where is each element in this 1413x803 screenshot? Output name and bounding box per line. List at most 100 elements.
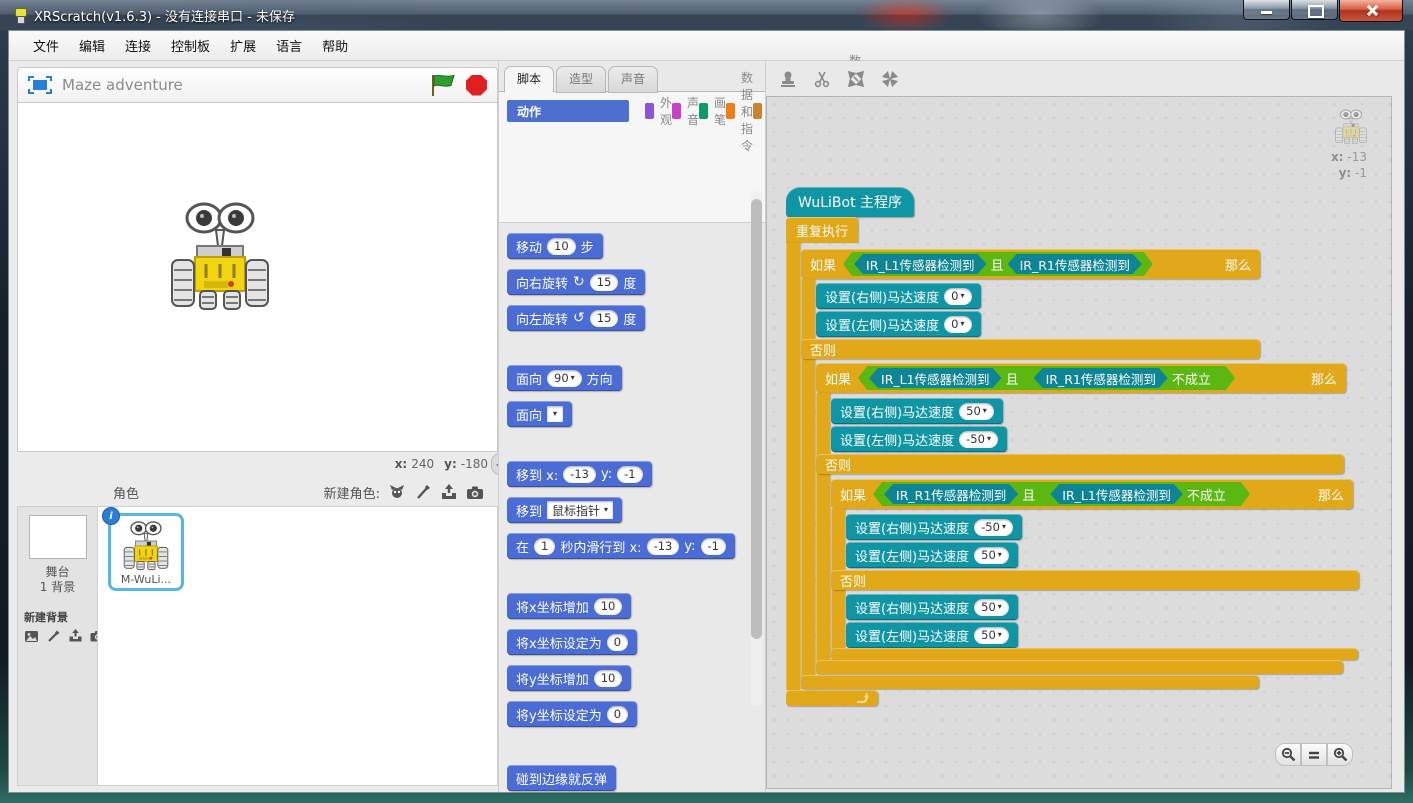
- upload-backdrop-icon[interactable]: [66, 627, 84, 645]
- set-left-motor-else[interactable]: 设置(左侧)马达速度50▾: [846, 622, 1018, 648]
- block-goto-mouse[interactable]: 移到鼠标指针▾: [507, 497, 622, 523]
- menu-board[interactable]: 控制板: [161, 36, 220, 55]
- sprite-thumbnail: [123, 521, 169, 571]
- sprite-tile-wulibot[interactable]: i M-WuLi...: [108, 513, 184, 591]
- block-set-x[interactable]: 将x坐标设定为0: [507, 629, 637, 655]
- motor-value-dropdown[interactable]: 0▾: [944, 316, 971, 333]
- if-block-2[interactable]: 如果 IR_L1传感器检测到 且 IR_R1传感器检测到 不成立 那么: [816, 363, 1346, 393]
- menu-edit[interactable]: 编辑: [69, 36, 115, 55]
- block-goto-xy[interactable]: 移到 x:-13y:-1: [507, 461, 652, 487]
- menu-connect[interactable]: 连接: [115, 36, 161, 55]
- sensor-irl1[interactable]: IR_L1传感器检测到: [854, 254, 987, 274]
- point-towards-dropdown[interactable]: ▾: [547, 406, 563, 422]
- motor-value-dropdown[interactable]: 50▾: [959, 403, 994, 420]
- block-change-y[interactable]: 将y坐标增加10: [507, 665, 631, 691]
- robot-sprite[interactable]: [170, 201, 270, 313]
- scissors-icon[interactable]: [812, 69, 832, 89]
- block-bounce[interactable]: 碰到边缘就反弹: [507, 765, 616, 791]
- motor-value-dropdown[interactable]: 50▾: [974, 627, 1009, 644]
- script-canvas[interactable]: x: -13 y: -1 WuLiBot 主程序 重复执行 如果: [766, 96, 1392, 789]
- titlebar[interactable]: XRScratch(v1.6.3) - 没有连接串口 - 未保存: [0, 0, 1413, 30]
- motor-value-dropdown[interactable]: 50▾: [974, 599, 1009, 616]
- menu-extensions[interactable]: 扩展: [220, 36, 266, 55]
- menu-file[interactable]: 文件: [23, 36, 69, 55]
- category-sound[interactable]: 声音: [672, 100, 699, 122]
- stage-selector[interactable]: 舞台 1 背景 新建背景: [17, 506, 97, 786]
- sensor-irl1[interactable]: IR_L1传感器检测到: [1050, 484, 1183, 504]
- sensor-irr1[interactable]: IR_R1传感器检测到: [884, 484, 1018, 504]
- not-condition[interactable]: IR_R1传感器检测到 不成立: [1023, 367, 1224, 389]
- block-point-towards[interactable]: 面向▾: [507, 401, 572, 427]
- menu-language[interactable]: 语言: [266, 36, 312, 55]
- category-data[interactable]: 数据和指令: [726, 100, 753, 122]
- set-right-motor-50[interactable]: 设置(右侧)马达速度50▾: [831, 398, 1003, 424]
- category-looks[interactable]: 外观: [645, 100, 672, 122]
- block-turn-left[interactable]: 向左旋转↺15度: [507, 305, 645, 331]
- minimize-button[interactable]: [1243, 0, 1290, 20]
- palette-scrollbar-thumb[interactable]: [751, 199, 762, 639]
- sensor-irr1[interactable]: IR_R1传感器检测到: [1034, 368, 1168, 388]
- forever-block[interactable]: 重复执行: [786, 217, 858, 243]
- paint-sprite-icon[interactable]: [414, 483, 432, 501]
- camera-sprite-icon[interactable]: [466, 483, 484, 501]
- paint-backdrop-icon[interactable]: [44, 627, 62, 645]
- close-button[interactable]: [1339, 0, 1403, 22]
- motor-value-dropdown[interactable]: 0▾: [944, 288, 971, 305]
- set-right-motor-neg50[interactable]: 设置(右侧)马达速度-50▾: [846, 514, 1022, 540]
- palette-scrollbar[interactable]: [751, 191, 762, 706]
- sprites-header: 角色: [113, 483, 324, 502]
- and-condition-1[interactable]: IR_L1传感器检测到 且 IR_R1传感器检测到: [843, 252, 1153, 276]
- block-set-y[interactable]: 将y坐标设定为0: [507, 701, 637, 727]
- set-left-motor-50[interactable]: 设置(左侧)马达速度50▾: [846, 542, 1018, 568]
- project-title[interactable]: Maze adventure: [62, 76, 430, 94]
- minimize-icon: [1261, 11, 1272, 14]
- set-right-motor-0[interactable]: 设置(右侧)马达速度0▾: [816, 283, 981, 309]
- backdrop-library-icon[interactable]: [22, 627, 40, 645]
- fullscreen-icon[interactable]: [28, 76, 52, 94]
- new-sprite-library-icon[interactable]: [388, 483, 406, 501]
- category-pen[interactable]: 画笔: [699, 100, 726, 122]
- category-list: 动作 外观 声音 画笔 数据和指令 事件 控制 侦测 数字和逻辑运算 机器人模块: [499, 91, 765, 223]
- tab-costumes[interactable]: 造型: [556, 66, 606, 93]
- stop-button[interactable]: [466, 75, 487, 96]
- motor-value-dropdown[interactable]: -50▾: [974, 519, 1013, 536]
- set-left-motor-0[interactable]: 设置(左侧)马达速度0▾: [816, 311, 981, 337]
- not-condition[interactable]: IR_L1传感器检测到 不成立: [1039, 483, 1239, 505]
- forever-bottom: [786, 690, 878, 706]
- block-turn-right[interactable]: 向右旋转↻15度: [507, 269, 645, 295]
- if-block-1[interactable]: 如果 IR_L1传感器检测到 且 IR_R1传感器检测到 那么: [801, 249, 1260, 279]
- motor-value-dropdown[interactable]: 50▾: [974, 547, 1009, 564]
- tab-sounds[interactable]: 声音: [608, 66, 658, 93]
- turn-ccw-icon: ↺: [573, 310, 585, 326]
- maximize-button[interactable]: [1291, 0, 1338, 20]
- set-right-motor-else[interactable]: 设置(右侧)马达速度50▾: [846, 594, 1018, 620]
- block-glide[interactable]: 在1秒内滑行到 x:-13y:-1: [507, 533, 735, 559]
- upload-sprite-icon[interactable]: [440, 483, 458, 501]
- and-condition-3[interactable]: IR_R1传感器检测到 且 IR_L1传感器检测到 不成立: [873, 482, 1250, 506]
- block-move[interactable]: 移动10步: [507, 233, 603, 259]
- and-condition-2[interactable]: IR_L1传感器检测到 且 IR_R1传感器检测到 不成立: [858, 366, 1235, 390]
- motor-value-dropdown[interactable]: -50▾: [959, 431, 998, 448]
- block-change-x[interactable]: 将x坐标增加10: [507, 593, 631, 619]
- block-point-direction[interactable]: 面向90▾方向: [507, 365, 622, 391]
- stamp-icon[interactable]: [778, 69, 798, 89]
- zoom-in-button[interactable]: [1327, 743, 1353, 766]
- hat-block-main-program[interactable]: WuLiBot 主程序: [786, 187, 914, 217]
- green-flag-button[interactable]: [430, 73, 456, 97]
- category-motion[interactable]: 动作: [507, 100, 629, 122]
- if2-close-bar: [816, 660, 1343, 674]
- goto-target-dropdown[interactable]: 鼠标指针▾: [547, 501, 613, 519]
- menu-help[interactable]: 帮助: [312, 36, 358, 55]
- sensor-irr1[interactable]: IR_R1传感器检测到: [1008, 254, 1142, 274]
- grow-icon[interactable]: [846, 69, 866, 89]
- zoom-out-button[interactable]: [1275, 743, 1301, 766]
- if-block-3[interactable]: 如果 IR_R1传感器检测到 且 IR_L1传感器检测到 不成立 那么: [831, 479, 1353, 509]
- zoom-reset-button[interactable]: [1301, 743, 1327, 766]
- stage-thumbnail[interactable]: [29, 515, 87, 559]
- stage-canvas[interactable]: [17, 103, 498, 452]
- shrink-icon[interactable]: [880, 69, 900, 89]
- set-left-motor-neg50[interactable]: 设置(左侧)马达速度-50▾: [831, 426, 1007, 452]
- tab-scripts[interactable]: 脚本: [504, 66, 554, 93]
- sensor-irl1[interactable]: IR_L1传感器检测到: [869, 368, 1002, 388]
- sprite-info-icon[interactable]: i: [102, 507, 120, 525]
